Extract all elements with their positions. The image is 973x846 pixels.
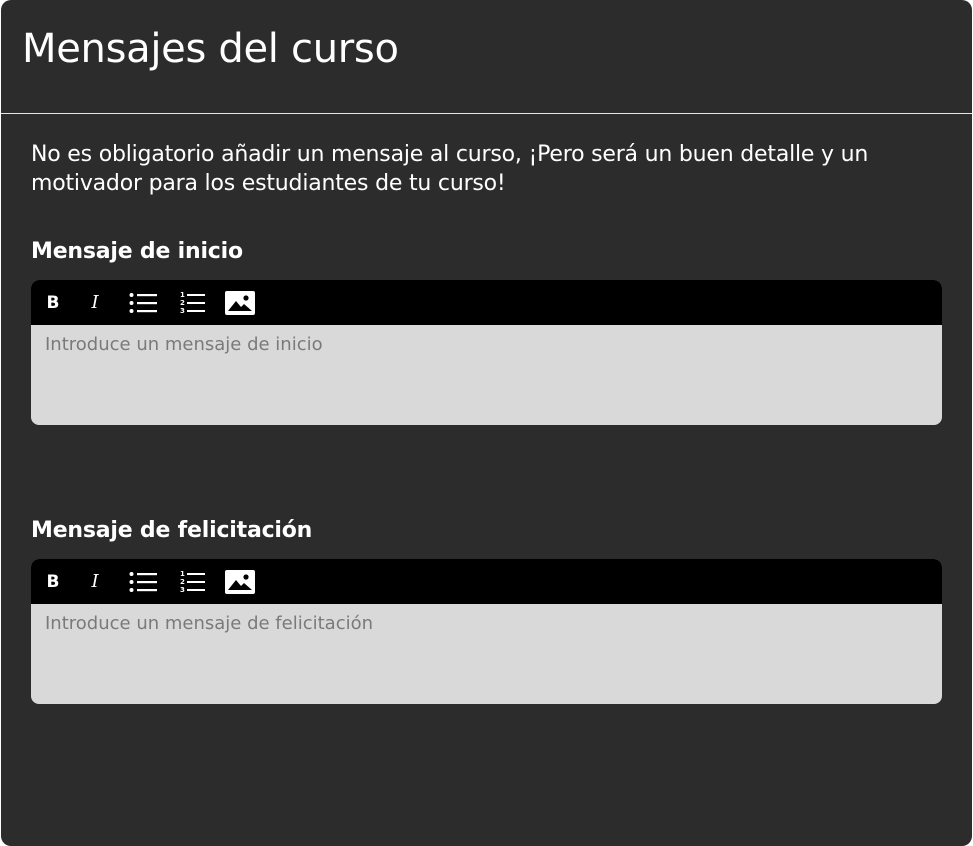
bold-button[interactable]: B	[43, 280, 63, 325]
bold-icon: B	[46, 571, 60, 592]
start-message-label: Mensaje de inicio	[31, 239, 243, 264]
bulleted-list-icon	[129, 571, 157, 592]
italic-icon: I	[91, 571, 99, 592]
congrats-message-editor: B I 1 2 3 Introduce un mensaje de felici…	[31, 559, 942, 704]
bold-icon: B	[46, 292, 60, 313]
svg-text:1: 1	[180, 291, 185, 299]
bold-button[interactable]: B	[43, 559, 63, 604]
numbered-list-icon: 1 2 3	[180, 570, 205, 594]
page-title: Mensajes del curso	[22, 26, 399, 72]
numbered-list-icon: 1 2 3	[180, 291, 205, 315]
svg-text:2: 2	[180, 578, 185, 586]
image-icon	[225, 569, 255, 594]
bulleted-list-button[interactable]	[128, 559, 158, 604]
start-message-editor: B I 1 2 3 Introduce un mensaje de inicio	[31, 280, 942, 425]
insert-image-button[interactable]	[224, 559, 256, 604]
start-message-input[interactable]: Introduce un mensaje de inicio	[31, 325, 942, 425]
congrats-message-label: Mensaje de felicitación	[31, 518, 313, 543]
image-icon	[225, 290, 255, 315]
bulleted-list-icon	[129, 292, 157, 313]
bulleted-list-button[interactable]	[128, 280, 158, 325]
svg-text:1: 1	[180, 570, 185, 578]
italic-button[interactable]: I	[85, 280, 105, 325]
intro-text: No es obligatorio añadir un mensaje al c…	[31, 142, 869, 196]
course-messages-panel: Mensajes del curso No es obligatorio aña…	[1, 0, 972, 846]
congrats-message-input[interactable]: Introduce un mensaje de felicitación	[31, 604, 942, 704]
insert-image-button[interactable]	[224, 280, 256, 325]
svg-text:3: 3	[180, 586, 185, 594]
svg-text:2: 2	[180, 299, 185, 307]
numbered-list-button[interactable]: 1 2 3	[178, 280, 208, 325]
panel-header: Mensajes del curso	[1, 0, 972, 114]
numbered-list-button[interactable]: 1 2 3	[178, 559, 208, 604]
svg-text:3: 3	[180, 307, 185, 315]
italic-icon: I	[91, 292, 99, 313]
editor-toolbar: B I 1 2 3	[31, 280, 942, 325]
italic-button[interactable]: I	[85, 559, 105, 604]
editor-toolbar: B I 1 2 3	[31, 559, 942, 604]
